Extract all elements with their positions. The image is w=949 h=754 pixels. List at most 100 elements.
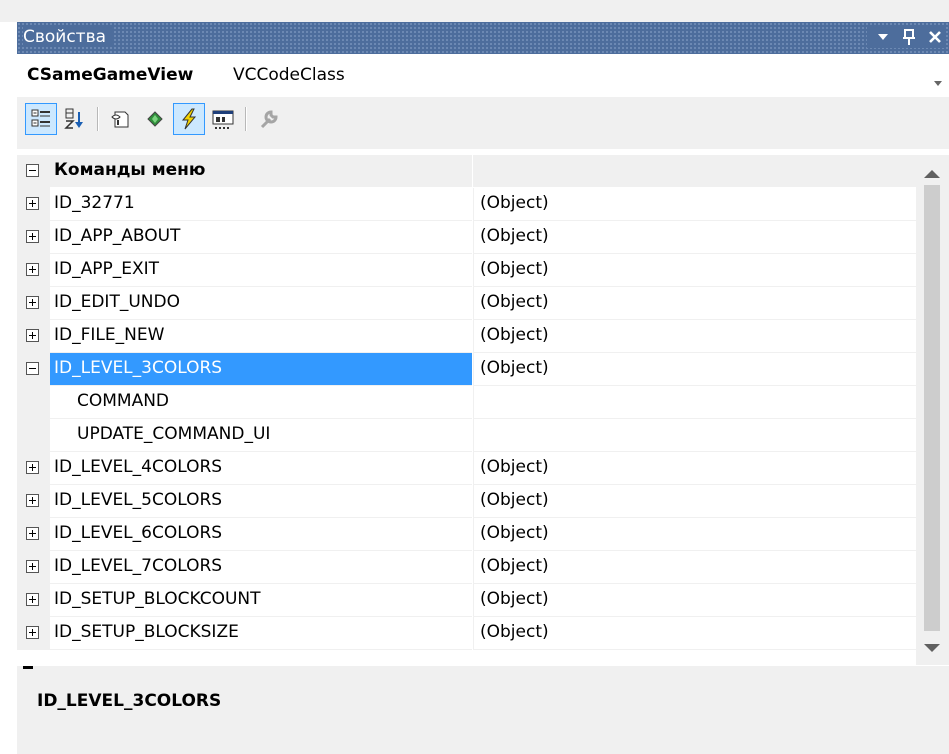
row-margin bbox=[17, 320, 50, 353]
row-margin bbox=[17, 254, 50, 287]
name-cell[interactable]: ID_LEVEL_3COLORS bbox=[50, 353, 472, 386]
value-cell[interactable]: (Object) bbox=[473, 353, 916, 386]
property-name: ID_LEVEL_3COLORS bbox=[54, 358, 223, 378]
property-row[interactable]: ID_APP_EXIT (Object) bbox=[17, 254, 916, 287]
row-margin bbox=[17, 617, 50, 650]
events-button[interactable] bbox=[139, 103, 171, 135]
property-value: (Object) bbox=[480, 589, 549, 609]
property-row[interactable]: ID_LEVEL_6COLORS (Object) bbox=[17, 518, 916, 551]
property-row[interactable]: ID_LEVEL_3COLORS (Object) bbox=[17, 353, 916, 386]
property-name: ID_LEVEL_4COLORS bbox=[54, 457, 223, 477]
event-row[interactable]: COMMAND bbox=[17, 386, 916, 419]
name-cell[interactable]: ID_LEVEL_7COLORS bbox=[50, 551, 472, 584]
property-value: (Object) bbox=[480, 325, 549, 345]
property-pages-button[interactable] bbox=[253, 103, 285, 135]
value-cell[interactable] bbox=[473, 419, 916, 452]
property-value: (Object) bbox=[480, 292, 549, 312]
expand-icon[interactable] bbox=[26, 296, 39, 309]
object-type: VCCodeClass bbox=[233, 65, 345, 85]
value-cell[interactable]: (Object) bbox=[473, 254, 916, 287]
name-cell[interactable]: ID_32771 bbox=[50, 188, 472, 221]
name-cell[interactable]: UPDATE_COMMAND_UI bbox=[50, 419, 472, 452]
property-value: (Object) bbox=[480, 193, 549, 213]
property-name: ID_LEVEL_7COLORS bbox=[54, 556, 223, 576]
window-position-dropdown-icon[interactable] bbox=[873, 26, 893, 48]
property-name: ID_LEVEL_5COLORS bbox=[54, 490, 223, 510]
row-margin bbox=[17, 452, 50, 485]
chevron-down-icon[interactable] bbox=[933, 72, 943, 92]
scroll-down-icon[interactable] bbox=[923, 638, 941, 657]
property-value: (Object) bbox=[480, 556, 549, 576]
pin-icon[interactable] bbox=[899, 26, 919, 48]
name-cell[interactable]: ID_FILE_NEW bbox=[50, 320, 472, 353]
expand-icon[interactable] bbox=[26, 263, 39, 276]
vertical-scrollbar[interactable] bbox=[916, 155, 949, 665]
scroll-up-icon[interactable] bbox=[923, 164, 941, 183]
properties-button[interactable] bbox=[105, 103, 137, 135]
value-cell[interactable]: (Object) bbox=[473, 188, 916, 221]
overrides-icon bbox=[212, 110, 234, 129]
value-cell[interactable]: (Object) bbox=[473, 485, 916, 518]
name-cell[interactable]: ID_EDIT_UNDO bbox=[50, 287, 472, 320]
property-row[interactable]: ID_FILE_NEW (Object) bbox=[17, 320, 916, 353]
expand-icon[interactable] bbox=[26, 197, 39, 210]
property-row[interactable]: ID_LEVEL_4COLORS (Object) bbox=[17, 452, 916, 485]
value-cell[interactable]: (Object) bbox=[473, 320, 916, 353]
splitter-grip[interactable] bbox=[23, 666, 33, 669]
name-cell[interactable]: ID_APP_ABOUT bbox=[50, 221, 472, 254]
event-row[interactable]: UPDATE_COMMAND_UI bbox=[17, 419, 916, 452]
expand-icon[interactable] bbox=[26, 494, 39, 507]
value-cell[interactable]: (Object) bbox=[473, 584, 916, 617]
row-margin bbox=[17, 518, 50, 551]
lightning-icon bbox=[181, 108, 197, 130]
name-cell[interactable]: ID_LEVEL_4COLORS bbox=[50, 452, 472, 485]
value-cell[interactable]: (Object) bbox=[473, 551, 916, 584]
expand-icon[interactable] bbox=[26, 230, 39, 243]
close-icon[interactable] bbox=[925, 26, 945, 48]
messages-button[interactable] bbox=[173, 103, 205, 135]
property-value: (Object) bbox=[480, 622, 549, 642]
top-strip bbox=[0, 0, 949, 22]
name-cell[interactable]: ID_LEVEL_6COLORS bbox=[50, 518, 472, 551]
property-value: (Object) bbox=[480, 523, 549, 543]
value-cell[interactable]: (Object) bbox=[473, 221, 916, 254]
row-margin bbox=[17, 221, 50, 254]
expand-icon[interactable] bbox=[26, 527, 39, 540]
property-name: ID_APP_EXIT bbox=[54, 259, 160, 279]
expand-icon[interactable] bbox=[26, 626, 39, 639]
expand-icon[interactable] bbox=[26, 560, 39, 573]
value-cell[interactable]: (Object) bbox=[473, 518, 916, 551]
collapse-icon[interactable] bbox=[26, 362, 39, 375]
property-row[interactable]: ID_EDIT_UNDO (Object) bbox=[17, 287, 916, 320]
object-name: CSameGameView bbox=[27, 65, 194, 85]
name-cell[interactable]: ID_APP_EXIT bbox=[50, 254, 472, 287]
collapse-icon[interactable] bbox=[26, 164, 39, 177]
value-cell[interactable]: (Object) bbox=[473, 617, 916, 650]
property-row[interactable]: ID_SETUP_BLOCKSIZE (Object) bbox=[17, 617, 916, 650]
name-cell[interactable]: ID_SETUP_BLOCKSIZE bbox=[50, 617, 472, 650]
property-row[interactable]: ID_APP_ABOUT (Object) bbox=[17, 221, 916, 254]
object-selector[interactable]: CSameGameView VCCodeClass bbox=[17, 56, 949, 96]
name-cell[interactable]: ID_LEVEL_5COLORS bbox=[50, 485, 472, 518]
description-pane: ID_LEVEL_3COLORS bbox=[17, 666, 949, 754]
value-cell[interactable]: (Object) bbox=[473, 287, 916, 320]
name-cell[interactable]: ID_SETUP_BLOCKCOUNT bbox=[50, 584, 472, 617]
categorized-button[interactable] bbox=[25, 103, 57, 135]
row-margin bbox=[17, 485, 50, 518]
alphabetical-button[interactable] bbox=[59, 103, 91, 135]
name-cell[interactable]: COMMAND bbox=[50, 386, 472, 419]
property-row[interactable]: ID_SETUP_BLOCKCOUNT (Object) bbox=[17, 584, 916, 617]
expand-icon[interactable] bbox=[26, 461, 39, 474]
value-cell[interactable] bbox=[473, 386, 916, 419]
property-row[interactable]: ID_LEVEL_7COLORS (Object) bbox=[17, 551, 916, 584]
overrides-button[interactable] bbox=[207, 103, 239, 135]
panel-title-bar[interactable]: Свойства bbox=[17, 22, 949, 54]
expand-icon[interactable] bbox=[26, 329, 39, 342]
expand-icon[interactable] bbox=[26, 593, 39, 606]
value-cell[interactable]: (Object) bbox=[473, 452, 916, 485]
property-row[interactable]: ID_32771 (Object) bbox=[17, 188, 916, 221]
property-row[interactable]: ID_LEVEL_5COLORS (Object) bbox=[17, 485, 916, 518]
category-row[interactable]: Команды меню bbox=[17, 155, 916, 188]
panel-title: Свойства bbox=[23, 27, 113, 47]
scrollbar-thumb[interactable] bbox=[924, 185, 940, 631]
